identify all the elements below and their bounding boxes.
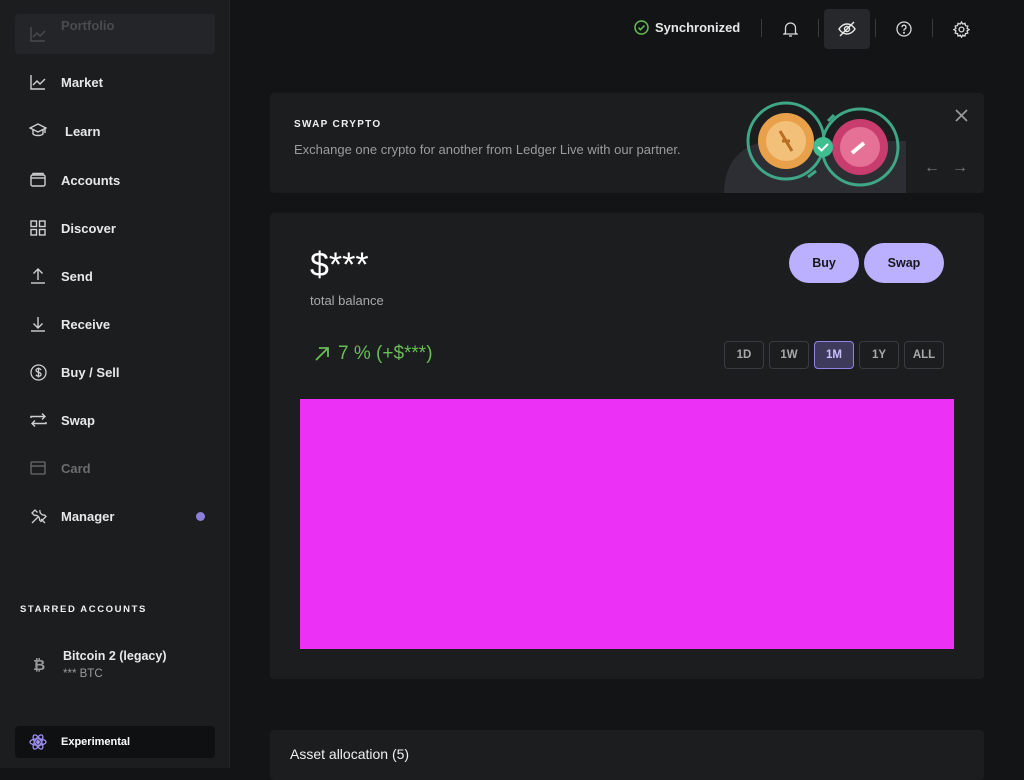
sidebar-item-label: Learn: [65, 123, 101, 139]
trend-icon: [15, 74, 61, 90]
arrow-right-icon[interactable]: →: [952, 159, 968, 177]
bitcoin-icon: ₿: [15, 656, 63, 672]
help-button[interactable]: [881, 9, 927, 49]
sidebar-item-swap[interactable]: Swap: [15, 400, 215, 440]
notification-dot: [196, 512, 205, 521]
asset-allocation-title: Asset allocation (5): [290, 746, 410, 762]
sync-label: Synchronized: [655, 20, 741, 35]
svg-text:₿: ₿: [33, 656, 45, 672]
sidebar: Portfolio Market Learn Accounts Discover…: [0, 0, 230, 768]
sidebar-item-learn[interactable]: Learn: [15, 111, 215, 151]
hide-balance-button[interactable]: [824, 9, 870, 49]
dollar-circle-icon: [15, 363, 61, 381]
bell-icon: [782, 22, 798, 37]
starred-accounts-title: STARRED ACCOUNTS: [20, 604, 147, 615]
sidebar-item-label: Manager: [61, 508, 115, 524]
divider: [875, 19, 876, 37]
total-balance: $***: [310, 246, 369, 284]
starred-account-bitcoin[interactable]: ₿ Bitcoin 2 (legacy) *** BTC: [15, 642, 215, 686]
sidebar-item-discover[interactable]: Discover: [15, 208, 215, 248]
sidebar-item-label: Discover: [61, 220, 116, 236]
divider: [932, 19, 933, 37]
swap-button[interactable]: Swap: [864, 243, 944, 283]
sidebar-item-label: Receive: [61, 316, 111, 332]
wallet-icon: [15, 172, 61, 188]
total-balance-label: total balance: [310, 293, 384, 308]
sidebar-item-market[interactable]: Market: [15, 62, 215, 102]
sidebar-item-label: Buy / Sell: [61, 364, 120, 380]
eye-off-icon: [838, 21, 856, 37]
swap-icon: [15, 412, 61, 428]
starred-account-name: Bitcoin 2 (legacy): [63, 648, 167, 663]
sidebar-item-buy-sell[interactable]: Buy / Sell: [15, 352, 215, 392]
close-icon[interactable]: [955, 109, 968, 127]
sidebar-item-label: Card: [61, 460, 91, 476]
help-icon: [896, 21, 912, 37]
sidebar-item-portfolio[interactable]: Portfolio: [15, 14, 215, 54]
card-icon: [15, 461, 61, 475]
sidebar-item-label: Accounts: [61, 172, 121, 188]
range-all[interactable]: ALL: [904, 341, 944, 369]
grid-icon: [15, 220, 61, 236]
atom-icon: [15, 733, 61, 751]
range-1w[interactable]: 1W: [769, 341, 809, 369]
sync-status[interactable]: Synchronized: [634, 20, 740, 35]
sidebar-item-manager[interactable]: Manager: [15, 496, 215, 536]
sidebar-item-send[interactable]: Send: [15, 256, 215, 296]
buy-button[interactable]: Buy: [789, 243, 859, 283]
gear-icon: [952, 20, 970, 38]
top-bar: Synchronized: [230, 0, 1024, 56]
graduation-cap-icon: [15, 123, 61, 139]
sidebar-item-card[interactable]: Card: [15, 448, 215, 488]
experimental-button[interactable]: Experimental: [15, 726, 215, 758]
balance-card: $*** total balance Buy Swap 7 % (+$***) …: [270, 213, 984, 679]
sidebar-item-accounts[interactable]: Accounts: [15, 160, 215, 200]
chart-icon: [15, 26, 61, 42]
swap-crypto-banner[interactable]: SWAP CRYPTO Exchange one crypto for anot…: [270, 93, 984, 193]
range-1d[interactable]: 1D: [724, 341, 764, 369]
starred-account-balance: *** BTC: [63, 667, 103, 680]
swap-coins-illustration: [724, 101, 906, 193]
banner-title: SWAP CRYPTO: [294, 119, 382, 130]
upload-icon: [15, 268, 61, 284]
sidebar-item-label: Swap: [61, 412, 95, 428]
banner-pagination: ← →: [924, 159, 968, 177]
check-circle-icon: [634, 20, 649, 35]
arrow-up-right-icon: [315, 347, 329, 361]
balance-change: 7 % (+$***): [314, 343, 433, 365]
notifications-button[interactable]: [767, 9, 813, 49]
settings-button[interactable]: [938, 9, 984, 49]
banner-description: Exchange one crypto for another from Led…: [294, 142, 681, 157]
divider: [761, 19, 762, 37]
arrow-left-icon[interactable]: ←: [924, 159, 940, 177]
asset-allocation-section: Asset allocation (5): [270, 730, 984, 780]
sidebar-item-receive[interactable]: Receive: [15, 304, 215, 344]
experimental-label: Experimental: [61, 736, 131, 748]
tools-icon: [15, 508, 61, 525]
range-1m[interactable]: 1M: [814, 341, 854, 369]
sidebar-item-label: Portfolio: [61, 17, 115, 33]
divider: [818, 19, 819, 37]
download-icon: [15, 316, 61, 332]
sidebar-item-label: Send: [61, 268, 93, 284]
balance-chart-placeholder[interactable]: [300, 399, 954, 649]
balance-change-value: 7 % (+$***): [338, 343, 433, 364]
sidebar-item-label: Market: [61, 74, 103, 90]
range-1y[interactable]: 1Y: [859, 341, 899, 369]
